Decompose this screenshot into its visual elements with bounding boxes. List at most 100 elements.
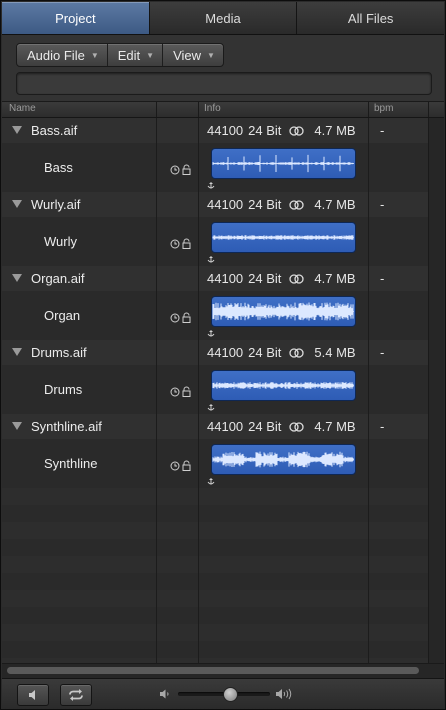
volume-slider-knob[interactable] (222, 687, 238, 702)
empty-row (2, 607, 428, 624)
empty-row (2, 590, 428, 607)
waveform (212, 382, 354, 389)
bit-depth: 24 Bit (248, 345, 282, 360)
tab-media[interactable]: Media (150, 2, 298, 34)
tab-project[interactable]: Project (2, 2, 150, 34)
empty-row (2, 641, 428, 658)
bit-depth: 24 Bit (248, 123, 282, 138)
audio-region[interactable] (211, 296, 356, 327)
region-row[interactable]: Drums (2, 365, 428, 414)
lock-icon[interactable] (182, 237, 191, 252)
chevron-down-icon: ▼ (146, 50, 155, 60)
audio-region[interactable] (211, 370, 356, 401)
menu-group: Audio File ▼ Edit ▼ View ▼ (16, 43, 224, 67)
bit-depth: 24 Bit (248, 419, 282, 434)
clock-icon[interactable] (170, 459, 180, 474)
waveform (212, 302, 354, 321)
project-audio-browser: Project Media All Files Audio File ▼ Edit… (0, 0, 446, 710)
column-bpm-header[interactable]: bpm (374, 103, 393, 114)
stereo-icon (289, 347, 305, 358)
empty-row (2, 556, 428, 573)
bit-depth: 24 Bit (248, 197, 282, 212)
file-name: Organ.aif (31, 271, 85, 286)
anchor-icon[interactable] (206, 326, 216, 341)
clock-icon[interactable] (170, 385, 180, 400)
lock-icon[interactable] (182, 385, 191, 400)
disclosure-triangle-icon[interactable] (12, 274, 22, 282)
file-bpm: - (380, 271, 385, 286)
region-row[interactable]: Synthline (2, 439, 428, 488)
edit-menu-label: Edit (117, 47, 141, 63)
audio-file-menu[interactable]: Audio File ▼ (17, 44, 108, 66)
anchor-icon[interactable] (206, 178, 216, 193)
file-bpm: - (380, 345, 385, 360)
region-name: Drums (44, 382, 83, 397)
file-info: 44100 24 Bit 4.7 MB (207, 419, 356, 434)
file-name: Synthline.aif (31, 419, 102, 434)
clock-icon[interactable] (170, 237, 180, 252)
stereo-icon (289, 421, 305, 432)
vertical-scrollbar[interactable] (428, 118, 444, 663)
file-row[interactable]: Drums.aif 44100 24 Bit 5.4 MB - (2, 340, 428, 365)
empty-row (2, 488, 428, 505)
anchor-icon[interactable] (206, 252, 216, 267)
disclosure-triangle-icon[interactable] (12, 348, 22, 356)
horizontal-scroll-thumb[interactable] (7, 667, 419, 674)
waveform (212, 451, 354, 468)
region-controls (170, 385, 191, 400)
region-row[interactable]: Bass (2, 143, 428, 192)
region-name: Bass (44, 160, 73, 175)
region-name: Organ (44, 308, 81, 323)
toolbar: Audio File ▼ Edit ▼ View ▼ (2, 35, 444, 102)
volume-high-icon (275, 687, 293, 704)
empty-row (2, 624, 428, 641)
anchor-icon[interactable] (206, 474, 216, 489)
column-info-header[interactable]: Info (204, 103, 221, 114)
audio-region[interactable] (211, 148, 356, 179)
file-size: 4.7 MB (314, 419, 356, 434)
tab-all-files[interactable]: All Files (297, 2, 444, 34)
file-row[interactable]: Wurly.aif 44100 24 Bit 4.7 MB - (2, 192, 428, 217)
horizontal-scrollbar[interactable] (2, 663, 444, 678)
loop-icon (69, 689, 83, 701)
region-controls (170, 459, 191, 474)
column-divider (368, 118, 369, 663)
waveform (212, 235, 354, 240)
disclosure-triangle-icon[interactable] (12, 126, 22, 134)
region-row[interactable]: Organ (2, 291, 428, 340)
disclosure-triangle-icon[interactable] (12, 200, 22, 208)
empty-row (2, 522, 428, 539)
anchor-icon[interactable] (206, 400, 216, 415)
clock-icon[interactable] (170, 311, 180, 326)
chevron-down-icon: ▼ (90, 50, 99, 60)
clock-icon[interactable] (170, 163, 180, 178)
empty-row (2, 539, 428, 556)
waveform (212, 154, 354, 173)
column-name-header[interactable]: Name (9, 103, 36, 114)
file-info: 44100 24 Bit 4.7 MB (207, 197, 356, 212)
loop-button[interactable] (60, 684, 92, 706)
file-row[interactable]: Synthline.aif 44100 24 Bit 4.7 MB - (2, 414, 428, 439)
file-name: Drums.aif (31, 345, 87, 360)
search-field[interactable] (16, 72, 432, 95)
file-row[interactable]: Organ.aif 44100 24 Bit 4.7 MB - (2, 266, 428, 291)
view-menu[interactable]: View ▼ (163, 44, 223, 66)
preview-button[interactable] (17, 684, 49, 706)
file-row[interactable]: Bass.aif 44100 24 Bit 4.7 MB - (2, 118, 428, 143)
column-divider (428, 102, 429, 117)
audio-region[interactable] (211, 444, 356, 475)
lock-icon[interactable] (182, 163, 191, 178)
file-bpm: - (380, 419, 385, 434)
file-list: Bass.aif 44100 24 Bit 4.7 MB - Bass Wurly.aif 4… (2, 118, 444, 663)
disclosure-triangle-icon[interactable] (12, 422, 22, 430)
region-row[interactable]: Wurly (2, 217, 428, 266)
column-divider (156, 118, 157, 663)
file-bpm: - (380, 123, 385, 138)
file-info: 44100 24 Bit 5.4 MB (207, 345, 356, 360)
edit-menu[interactable]: Edit ▼ (108, 44, 164, 66)
stereo-icon (289, 199, 305, 210)
speaker-icon (29, 690, 35, 700)
lock-icon[interactable] (182, 459, 191, 474)
lock-icon[interactable] (182, 311, 191, 326)
audio-region[interactable] (211, 222, 356, 253)
